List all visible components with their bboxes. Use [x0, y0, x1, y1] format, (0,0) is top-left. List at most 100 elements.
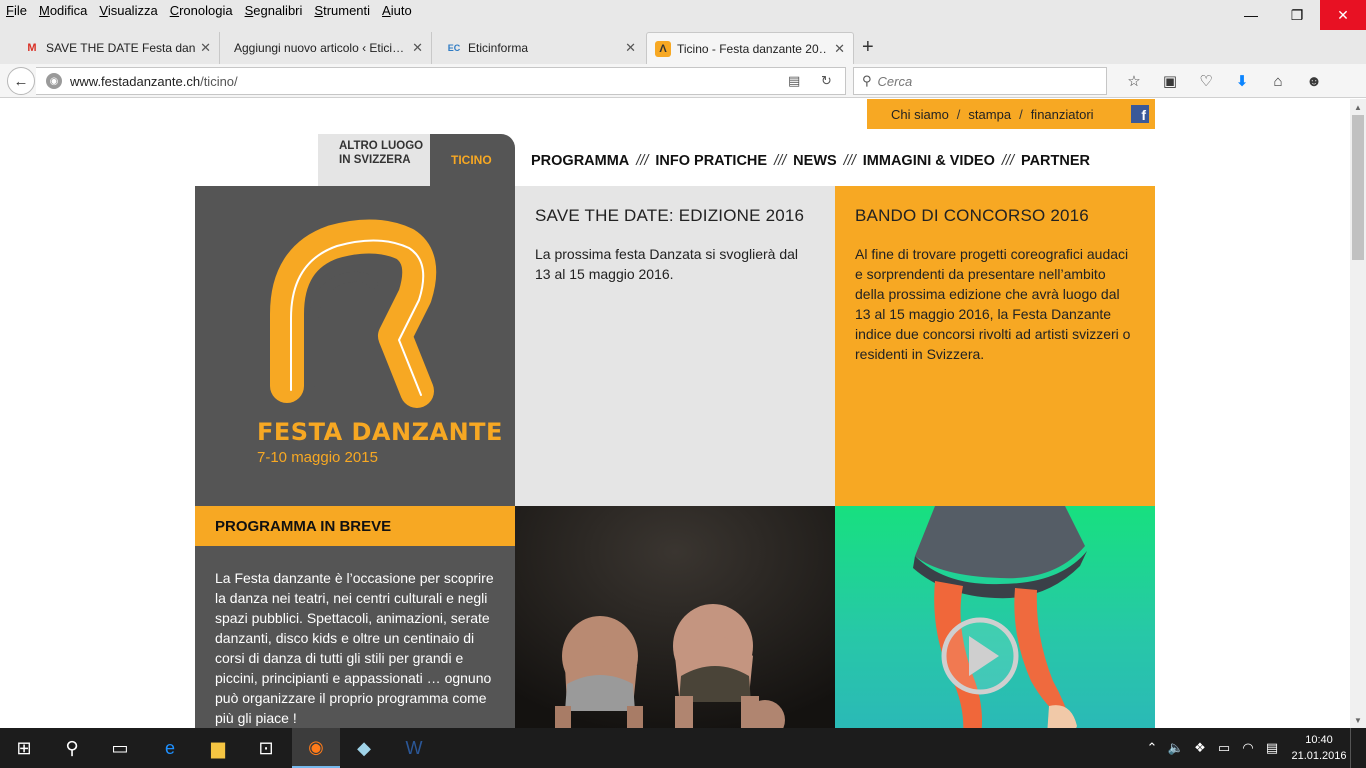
nav-immagini-video[interactable]: IMMAGINI & VIDEO [863, 153, 995, 169]
globe-icon: ◉ [46, 73, 62, 89]
separator: / [956, 106, 961, 122]
task-view-icon[interactable]: ▭ [96, 728, 144, 768]
page-viewport: Chi siamo / stampa / finanziatori f ALTR… [0, 99, 1350, 728]
bando-box[interactable]: BANDO DI CONCORSO 2016 Al fine di trovar… [835, 186, 1155, 506]
gmail-icon: M [27, 42, 37, 54]
menu-aiuto[interactable]: Aiuto [376, 0, 418, 20]
toolbar-icons: ☆ ▣ ♡ ⬇ ⌂ ☻ ☰ [1116, 68, 1366, 94]
menu-file[interactable]: File [0, 0, 33, 20]
tab-title: SAVE THE DATE Festa dan… [46, 41, 196, 55]
new-tab-plus-icon[interactable]: + [862, 36, 874, 59]
search-icon[interactable]: ⚲ [48, 728, 96, 768]
wifi-icon[interactable]: ◠ [1236, 740, 1260, 756]
nav-separator: /// [774, 153, 787, 169]
logo-date: 7-10 maggio 2015 [257, 449, 378, 466]
store-icon[interactable]: ⊡ [242, 728, 290, 768]
menu-visualizza[interactable]: Visualizza [93, 0, 163, 20]
scroll-up-icon[interactable]: ▲ [1350, 99, 1366, 115]
link-chi-siamo[interactable]: Chi siamo [891, 107, 949, 122]
windows-start-icon[interactable]: ⊞ [0, 728, 48, 768]
facebook-icon[interactable]: f [1131, 105, 1149, 123]
nav-news[interactable]: NEWS [793, 153, 837, 169]
smiley-icon[interactable]: ☻ [1296, 68, 1332, 94]
programma-title[interactable]: PROGRAMMA IN BREVE [195, 506, 515, 546]
top-links-bar: Chi siamo / stampa / finanziatori f [867, 99, 1155, 129]
festa-logo-box[interactable]: FESTA DANZANTE 7-10 maggio 2015 [195, 186, 515, 506]
firefox-icon[interactable]: ◉ [292, 728, 340, 768]
battery-icon[interactable]: ▭ [1212, 740, 1236, 756]
download-icon[interactable]: ⬇ [1224, 68, 1260, 94]
menu-modifica[interactable]: Modifica [33, 0, 93, 20]
video-thumbnail[interactable] [835, 506, 1155, 728]
window-controls: — ❐ ✕ [1228, 0, 1366, 30]
close-tab-icon[interactable]: ✕ [625, 40, 636, 56]
link-finanziatori[interactable]: finanziatori [1031, 107, 1094, 122]
chevron-up-icon[interactable]: ⌃ [1140, 740, 1164, 756]
hamburger-menu-icon[interactable]: ☰ [1356, 68, 1366, 94]
volume-icon[interactable]: 🔈 [1164, 740, 1188, 756]
edge-browser-icon[interactable]: e [146, 728, 194, 768]
tab-aggiungi-articolo[interactable]: Aggiungi nuovo articolo ‹ Etici… ✕ [226, 32, 432, 64]
nav-separator: /// [843, 153, 856, 169]
clock[interactable]: 10:40 21.01.2016 [1290, 732, 1348, 764]
region-tab-ticino[interactable]: TICINO [430, 134, 515, 186]
word-icon[interactable]: W [390, 728, 438, 768]
menu-strumenti[interactable]: Strumenti [308, 0, 376, 20]
clock-time: 10:40 [1305, 734, 1333, 746]
system-tray: ⌃ 🔈 ❖ ▭ ◠ ▤ [1140, 728, 1284, 768]
dancers-illustration [515, 506, 835, 728]
close-tab-icon[interactable]: ✕ [412, 40, 423, 56]
video-illustration [913, 506, 1087, 728]
nav-partner[interactable]: PARTNER [1021, 153, 1090, 169]
nav-programma[interactable]: PROGRAMMA [531, 153, 629, 169]
tab-title: Eticinforma [468, 41, 529, 55]
reader-view-icon[interactable]: ▤ [788, 73, 800, 89]
file-explorer-icon[interactable]: ▆ [194, 728, 242, 768]
clock-date: 21.01.2016 [1291, 750, 1347, 762]
menu-segnalibri[interactable]: Segnalibri [239, 0, 309, 20]
dropbox-icon[interactable]: ❖ [1188, 740, 1212, 756]
bookmarks-list-icon[interactable]: ▣ [1152, 68, 1188, 94]
notifications-icon[interactable]: ▤ [1260, 740, 1284, 756]
tab-eticinforma[interactable]: EC Eticinforma ✕ [438, 32, 644, 64]
save-the-date-title: SAVE THE DATE: EDIZIONE 2016 [535, 206, 805, 225]
scroll-down-icon[interactable]: ▼ [1350, 712, 1366, 728]
tab-gmail[interactable]: M SAVE THE DATE Festa dan… ✕ [16, 32, 220, 64]
nav-separator: /// [636, 153, 649, 169]
back-arrow-icon[interactable]: ← [7, 67, 35, 95]
search-icon: ⚲ [862, 73, 872, 88]
close-tab-icon[interactable]: ✕ [834, 41, 845, 57]
bando-body: Al fine di trovare progetti coreografici… [855, 246, 1131, 362]
bookmark-star-icon[interactable]: ☆ [1116, 68, 1152, 94]
dancers-photo[interactable] [515, 506, 835, 728]
menu-bar: File Modifica Visualizza Cronologia Segn… [0, 0, 1366, 30]
windows-taskbar: ⊞ ⚲ ▭ e ▆ ⊡ ◉ ◆ W ⌃ 🔈 ❖ ▭ ◠ ▤ 10:40 21.0… [0, 728, 1366, 768]
nav-separator: /// [1001, 153, 1014, 169]
url-domain: www.festadanzante.ch [70, 73, 201, 89]
main-navigation: PROGRAMMA /// INFO PRATICHE /// NEWS ///… [531, 153, 1090, 169]
link-stampa[interactable]: stampa [968, 107, 1011, 122]
minimize-button[interactable]: — [1228, 0, 1274, 30]
menu-cronologia[interactable]: Cronologia [164, 0, 239, 20]
save-the-date-box[interactable]: SAVE THE DATE: EDIZIONE 2016 La prossima… [515, 186, 835, 506]
nav-info-pratiche[interactable]: INFO PRATICHE [655, 153, 767, 169]
restore-button[interactable]: ❐ [1274, 0, 1320, 30]
close-button[interactable]: ✕ [1320, 0, 1366, 30]
page-scrollbar[interactable]: ▲ ▼ [1350, 99, 1366, 728]
notepad-icon[interactable]: ◆ [340, 728, 388, 768]
search-placeholder: Cerca [877, 73, 913, 89]
region-tab-other[interactable]: ALTRO LUOGO IN SVIZZERA [318, 134, 430, 186]
tab-ticino-festa[interactable]: Λ Ticino - Festa danzante 20… ✕ [646, 32, 854, 64]
url-path: /ticino/ [200, 73, 238, 89]
show-desktop-button[interactable] [1350, 728, 1366, 768]
tab-bar: M SAVE THE DATE Festa dan… ✕ Aggiungi nu… [0, 30, 1366, 64]
save-the-date-body: La prossima festa Danzata si svoglierà d… [535, 246, 799, 282]
home-icon[interactable]: ⌂ [1260, 68, 1296, 94]
pocket-icon[interactable]: ♡ [1188, 68, 1224, 94]
url-bar[interactable]: ◉ www.festadanzante.ch/ticino/ ▤ ↻ [36, 67, 846, 95]
festa-icon: Λ [655, 40, 671, 57]
scrollbar-thumb[interactable] [1352, 115, 1364, 260]
reload-icon[interactable]: ↻ [821, 73, 832, 89]
search-input[interactable]: ⚲ Cerca [853, 67, 1107, 95]
close-tab-icon[interactable]: ✕ [200, 40, 211, 56]
